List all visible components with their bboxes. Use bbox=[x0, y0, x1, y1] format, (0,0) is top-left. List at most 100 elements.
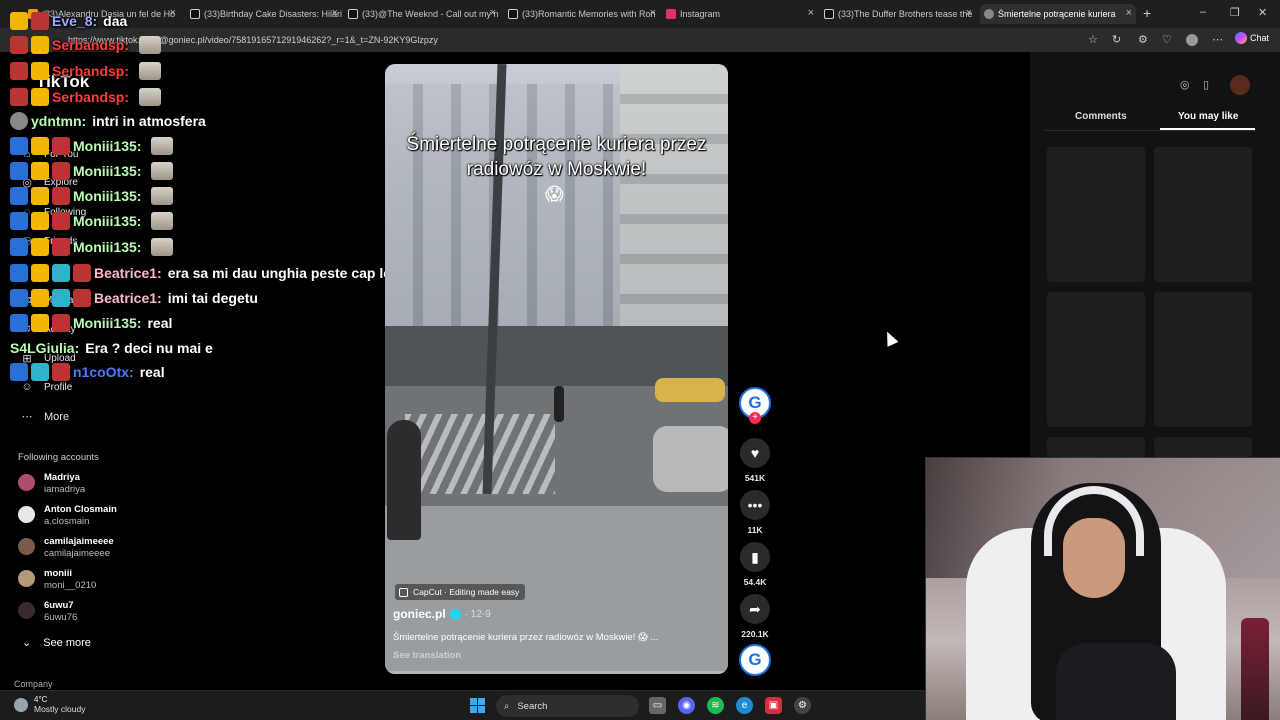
cat-emote-icon bbox=[151, 162, 174, 180]
video-player[interactable]: Śmiertelne potrącenie kuriera przez radi… bbox=[385, 64, 728, 674]
profile-avatar-icon[interactable] bbox=[1186, 34, 1198, 46]
favorite-star-icon[interactable]: ☆ bbox=[1088, 33, 1098, 46]
sub-badge-icon bbox=[52, 289, 70, 307]
close-icon[interactable]: × bbox=[808, 7, 814, 19]
follow-plus-icon[interactable]: + bbox=[749, 412, 761, 424]
suggested-video-thumbnail[interactable] bbox=[1154, 292, 1252, 427]
video-scene-taxi bbox=[655, 378, 725, 402]
coin-icon[interactable]: ◎ bbox=[1180, 78, 1190, 91]
sub-badge-icon bbox=[52, 264, 70, 282]
weather-widget[interactable]: 4°C Mostly cloudy bbox=[14, 695, 86, 714]
user-avatar[interactable] bbox=[1230, 75, 1250, 95]
extensions-icon[interactable]: ⚙ bbox=[1138, 33, 1148, 46]
account-handle: iamadriya bbox=[44, 484, 86, 495]
browser-tab[interactable]: (33)The Duffer Brothers tease the × bbox=[824, 4, 976, 24]
crown-badge-icon bbox=[31, 36, 49, 54]
like-button[interactable]: ♥ 541K bbox=[738, 438, 772, 483]
suggested-video-thumbnail[interactable] bbox=[1154, 437, 1252, 457]
chat-username: Beatrice1: bbox=[94, 290, 162, 306]
see-translation-link[interactable]: See translation bbox=[393, 650, 461, 661]
following-account[interactable]: Anton Closmain a.closmain bbox=[18, 504, 158, 532]
company-link[interactable]: Company bbox=[14, 679, 53, 689]
nav-more[interactable]: ⋯ More bbox=[20, 410, 70, 424]
following-account[interactable]: 6uwu7 6uwu76 bbox=[18, 600, 158, 628]
following-account[interactable]: Madriya iamadriya bbox=[18, 472, 158, 500]
taskbar-search[interactable]: ⌕ Search bbox=[496, 695, 639, 717]
tab-label: (33)The Duffer Brothers tease the bbox=[838, 9, 973, 19]
task-view-icon[interactable]: ▭ bbox=[649, 697, 666, 714]
chat-message: Moniii135: bbox=[10, 160, 174, 182]
chat-username: Moniii135: bbox=[73, 138, 142, 154]
suggested-video-thumbnail[interactable] bbox=[1154, 147, 1252, 282]
favorites-icon[interactable]: ♡ bbox=[1162, 33, 1172, 46]
comment-count: 11K bbox=[747, 525, 763, 535]
crown-badge-icon bbox=[31, 62, 49, 80]
tab-you-may-like[interactable]: You may like bbox=[1178, 111, 1238, 122]
close-icon[interactable]: × bbox=[966, 7, 972, 19]
suggested-video-thumbnail[interactable] bbox=[1047, 292, 1145, 427]
browser-tab[interactable]: (33)Romantic Memories with Ron × bbox=[508, 4, 660, 24]
instagram-icon bbox=[666, 9, 676, 19]
sword-badge-icon bbox=[10, 264, 28, 282]
discord-icon[interactable]: ◉ bbox=[678, 697, 695, 714]
chat-text: era sa mi dau unghia peste cap lesin bbox=[167, 265, 412, 281]
comment-button[interactable]: ••• 11K bbox=[738, 490, 772, 535]
account-name: moniii bbox=[44, 568, 72, 579]
device-icon[interactable]: ▯ bbox=[1203, 78, 1209, 91]
emote-badge-icon bbox=[52, 162, 70, 180]
browser-tab-active[interactable]: Śmiertelne potrącenie kuriera × bbox=[980, 4, 1136, 24]
tab-comments[interactable]: Comments bbox=[1075, 111, 1127, 122]
settings-icon[interactable]: ⚙ bbox=[794, 697, 811, 714]
crown-badge-icon bbox=[31, 187, 49, 205]
chat-text: imi tai degetu bbox=[167, 290, 258, 306]
suggested-video-thumbnail[interactable] bbox=[1047, 437, 1145, 457]
webcam-streamer-shirt bbox=[1056, 643, 1176, 720]
following-account[interactable]: camilajaimeeee camilajaimeeee bbox=[18, 536, 158, 564]
chat-text: real bbox=[139, 364, 165, 380]
webcam-microphone bbox=[1241, 618, 1269, 720]
windows-start-icon[interactable] bbox=[470, 698, 485, 713]
share-button[interactable]: ➦ 220.1K bbox=[738, 594, 772, 639]
tab-label: Śmiertelne potrącenie kuriera bbox=[998, 9, 1116, 19]
emote-badge-icon bbox=[52, 137, 70, 155]
verified-icon bbox=[449, 608, 461, 620]
close-icon[interactable]: × bbox=[490, 7, 496, 19]
save-button[interactable]: ▮ 54.4K bbox=[738, 542, 772, 587]
tab-label: (33)Romantic Memories with Ron bbox=[522, 9, 656, 19]
video-scene-car bbox=[653, 426, 728, 492]
video-progress-bar[interactable] bbox=[385, 671, 728, 674]
sword-badge-icon bbox=[10, 162, 28, 180]
author-name: goniec.pl bbox=[393, 607, 446, 621]
following-account[interactable]: moniii moni__0210 bbox=[18, 568, 158, 596]
close-icon[interactable]: × bbox=[650, 7, 656, 19]
see-more-button[interactable]: ⌄ See more bbox=[22, 636, 91, 650]
emote-badge-icon bbox=[52, 314, 70, 332]
close-icon[interactable]: × bbox=[1126, 7, 1132, 19]
following-accounts-heading: Following accounts bbox=[18, 452, 99, 463]
cat-emote-icon bbox=[139, 62, 162, 80]
save-count: 54.4K bbox=[743, 577, 767, 587]
edge-icon[interactable]: e bbox=[736, 697, 753, 714]
spotify-icon[interactable]: ≋ bbox=[707, 697, 724, 714]
chat-username: Moniii135: bbox=[73, 163, 142, 179]
window-close-icon[interactable]: ✕ bbox=[1258, 6, 1267, 19]
tab-label: Instagram bbox=[680, 9, 721, 19]
minimize-icon[interactable]: – bbox=[1200, 6, 1206, 18]
chat-message: ydntmn: intri in atmosfera bbox=[10, 110, 206, 132]
new-tab-icon[interactable]: + bbox=[1143, 5, 1151, 21]
menu-dots-icon[interactable]: ⋯ bbox=[1212, 33, 1223, 46]
maximize-icon[interactable]: ❐ bbox=[1230, 6, 1240, 19]
avatar bbox=[18, 506, 35, 523]
chat-username: Serbandsp: bbox=[52, 37, 130, 53]
chat-message: Moniii135: bbox=[10, 210, 174, 232]
video-author[interactable]: goniec.pl · 12-9 bbox=[393, 607, 491, 621]
app-icon[interactable]: ▣ bbox=[765, 697, 782, 714]
capcut-tag[interactable]: CapCut · Editing made easy bbox=[395, 584, 526, 600]
cat-emote-icon bbox=[151, 212, 174, 230]
emote-badge-icon bbox=[52, 363, 70, 381]
refresh-icon[interactable]: ↻ bbox=[1112, 33, 1121, 46]
suggested-video-thumbnail[interactable] bbox=[1047, 147, 1145, 282]
sound-avatar[interactable]: G bbox=[739, 644, 771, 676]
browser-tab[interactable]: Instagram × bbox=[666, 4, 818, 24]
copilot-chat-button[interactable]: Chat bbox=[1235, 32, 1269, 44]
